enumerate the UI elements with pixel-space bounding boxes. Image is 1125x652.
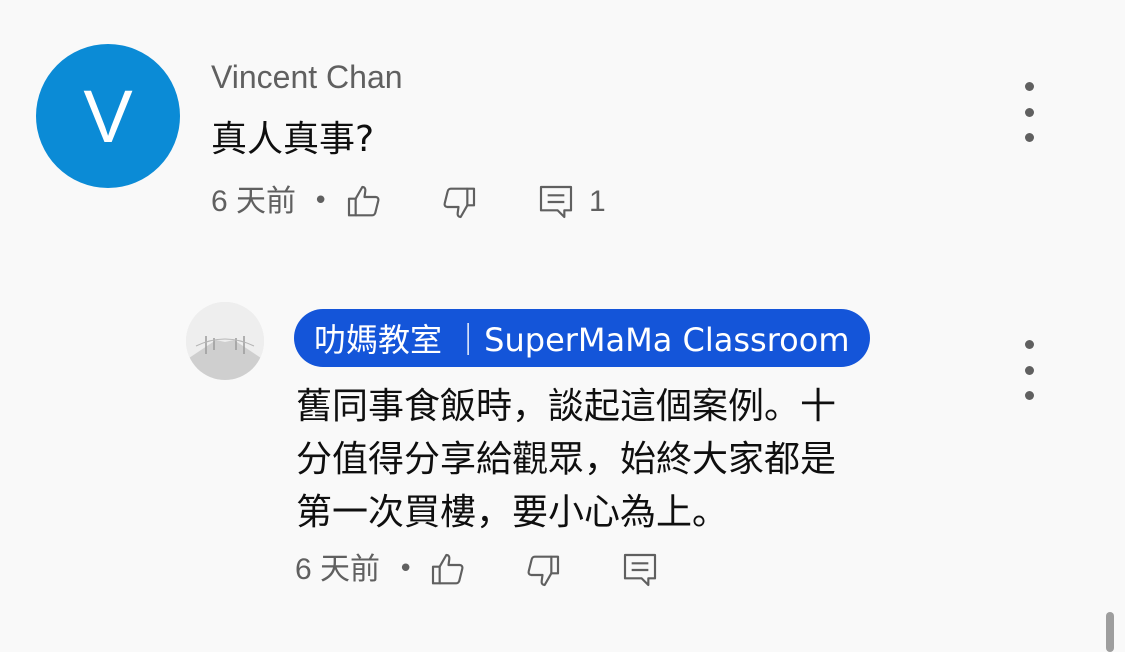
reply-text: 舊同事食飯時，談起這個案例。十 分值得分享給觀眾，始終大家都是 第一次買樓，要小… [296, 386, 837, 533]
reply-author: 叻媽教室 ｜SuperMaMa Classroom [314, 321, 850, 359]
more-options-icon[interactable] [1017, 82, 1041, 142]
more-options-icon[interactable] [1017, 340, 1041, 400]
reply-time: 6 天前 [295, 553, 381, 586]
like-icon[interactable] [342, 180, 386, 224]
scrollbar[interactable] [1106, 612, 1114, 652]
like-icon[interactable] [426, 548, 470, 592]
comment-time: 6 天前 [211, 185, 297, 218]
reply-icon[interactable] [618, 548, 662, 592]
avatar-letter: V [83, 74, 133, 158]
dislike-icon[interactable] [437, 180, 481, 224]
dislike-icon[interactable] [521, 548, 565, 592]
comment-author[interactable]: Vincent Chan [211, 56, 403, 98]
comment-text: 真人真事? [211, 119, 375, 160]
avatar[interactable] [186, 302, 264, 380]
reply-count[interactable]: 1 [589, 182, 606, 222]
reply-icon[interactable] [534, 180, 578, 224]
meta-separator: • [313, 186, 329, 216]
avatar[interactable]: V [36, 44, 180, 188]
channel-author-badge[interactable]: 叻媽教室 ｜SuperMaMa Classroom [294, 309, 870, 367]
meta-separator: • [398, 554, 414, 584]
